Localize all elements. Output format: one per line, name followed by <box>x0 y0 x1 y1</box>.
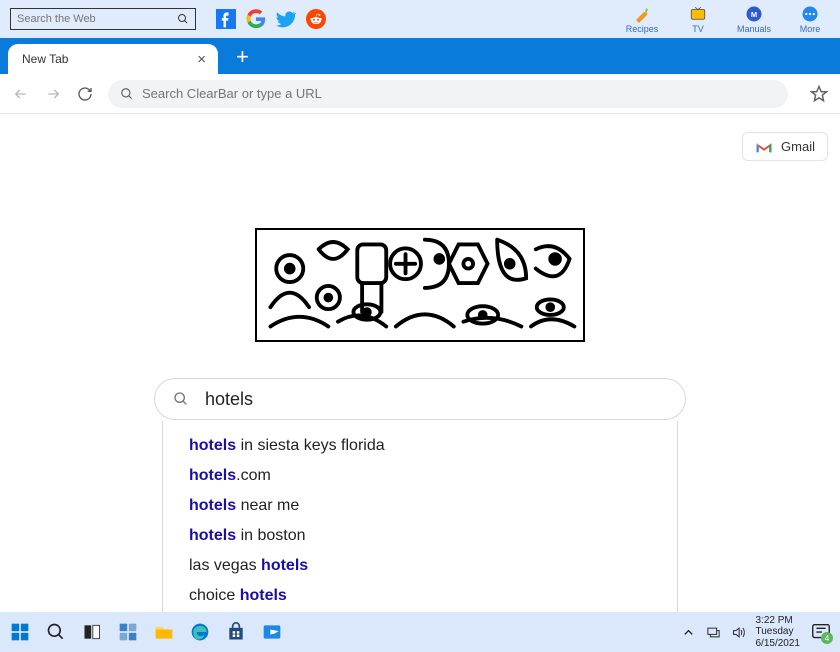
clock-time: 3:22 PM <box>756 615 793 627</box>
bookmark-tv[interactable]: TV <box>678 5 718 34</box>
suggestion-row[interactable]: hotels near me <box>163 491 677 521</box>
page-body: Gmail hotels in siesta k <box>0 114 840 612</box>
hero-artwork <box>255 228 585 342</box>
task-view-icon[interactable] <box>80 620 104 644</box>
manuals-icon: M <box>745 5 763 23</box>
clock-date: 6/15/2021 <box>756 638 801 650</box>
gmail-label: Gmail <box>781 139 815 154</box>
bookmark-recipes[interactable]: Recipes <box>622 5 662 34</box>
omnibox-input[interactable] <box>142 86 776 101</box>
bookmark-label: More <box>800 24 821 34</box>
suggestion-row[interactable]: hotels in boston <box>163 521 677 551</box>
more-icon <box>801 5 819 23</box>
gmail-icon <box>755 140 773 154</box>
volume-icon[interactable] <box>731 625 746 640</box>
tab-active[interactable]: New Tab × <box>8 44 218 74</box>
widgets-icon[interactable] <box>116 620 140 644</box>
tab-strip: New Tab × + <box>0 38 840 74</box>
bookmark-star-icon[interactable] <box>810 85 828 103</box>
bookmark-manuals[interactable]: M Manuals <box>734 5 774 34</box>
carrot-icon <box>633 5 651 23</box>
google-icon[interactable] <box>246 9 266 29</box>
twitter-icon[interactable] <box>276 9 296 29</box>
facebook-icon[interactable] <box>216 9 236 29</box>
main-search-box[interactable] <box>154 378 686 420</box>
bookmark-label: Recipes <box>626 24 659 34</box>
search-icon <box>177 13 189 25</box>
clock-day: Tuesday <box>756 626 794 638</box>
suggestion-row[interactable]: las vegas hotels <box>163 551 677 581</box>
store-icon[interactable] <box>224 620 248 644</box>
taskbar-clock[interactable]: 3:22 PM Tuesday 6/15/2021 <box>756 615 801 650</box>
gmail-shortcut[interactable]: Gmail <box>742 132 828 161</box>
notification-badge: 4 <box>821 632 833 644</box>
ribbon-search-box[interactable] <box>10 8 196 30</box>
search-icon <box>120 87 134 101</box>
doodle-icon <box>257 230 583 340</box>
reload-button[interactable] <box>76 85 94 103</box>
edge-icon[interactable] <box>188 620 212 644</box>
new-tab-button[interactable]: + <box>236 44 249 70</box>
suggestion-row[interactable]: hotels.com <box>163 461 677 491</box>
browser-toolbar <box>0 74 840 114</box>
system-tray: 3:22 PM Tuesday 6/15/2021 4 <box>681 615 833 650</box>
address-bar[interactable] <box>108 80 788 108</box>
notifications-icon[interactable]: 4 <box>810 621 832 643</box>
network-icon[interactable] <box>706 625 721 640</box>
bookmark-label: Manuals <box>737 24 771 34</box>
windows-taskbar: 3:22 PM Tuesday 6/15/2021 4 <box>0 612 840 652</box>
start-button[interactable] <box>8 620 32 644</box>
tv-icon <box>689 5 707 23</box>
bookmark-more[interactable]: More <box>790 5 830 34</box>
ribbon-search-input[interactable] <box>17 13 177 25</box>
search-icon <box>173 391 189 407</box>
forward-button[interactable] <box>44 85 62 103</box>
file-explorer-icon[interactable] <box>152 620 176 644</box>
svg-text:M: M <box>751 10 757 19</box>
close-icon[interactable]: × <box>197 51 206 68</box>
bookmark-label: TV <box>692 24 704 34</box>
main-search-input[interactable] <box>205 389 667 410</box>
taskbar-search-icon[interactable] <box>44 620 68 644</box>
chevron-up-icon[interactable] <box>681 625 696 640</box>
bookmark-ribbon: Recipes TV M Manuals More <box>0 0 840 38</box>
reddit-icon[interactable] <box>306 9 326 29</box>
suggestion-row[interactable]: hotels in siesta keys florida <box>163 431 677 461</box>
tab-label: New Tab <box>22 52 68 66</box>
suggestion-row[interactable]: choice hotels <box>163 581 677 611</box>
media-icon[interactable] <box>260 620 284 644</box>
suggestion-panel: hotels in siesta keys florida hotels.com… <box>162 421 678 620</box>
back-button[interactable] <box>12 85 30 103</box>
